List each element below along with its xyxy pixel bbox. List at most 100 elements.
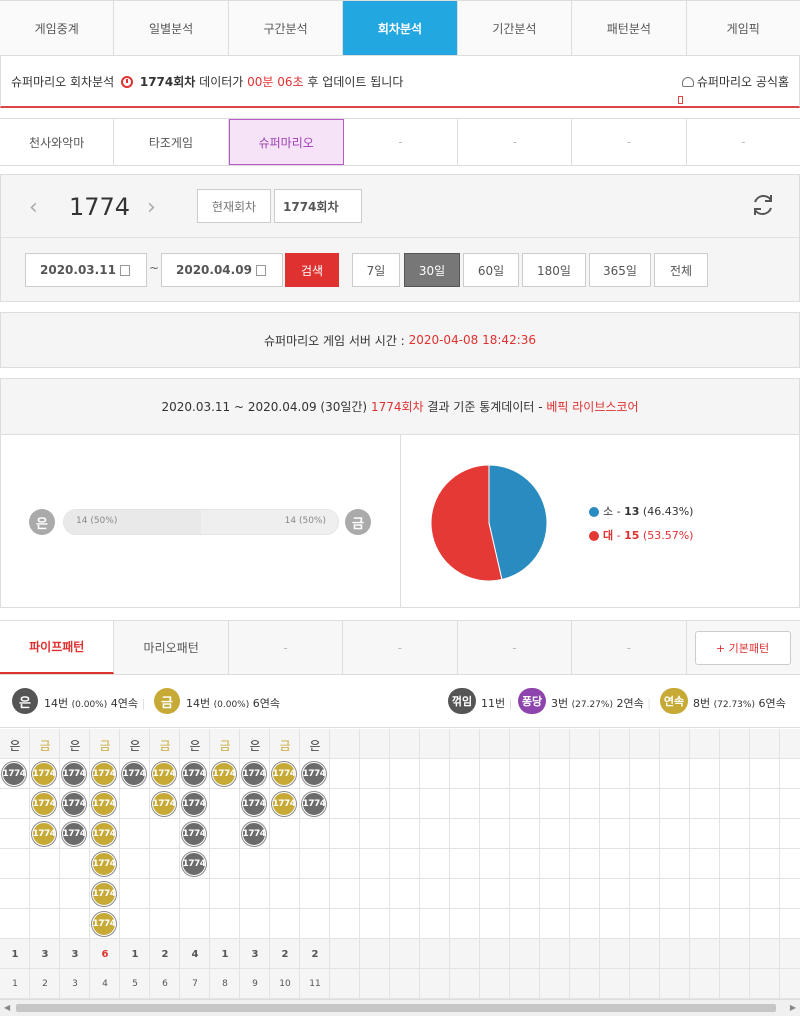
official-home-label: 슈퍼마리오 공식홈	[696, 75, 789, 89]
grid-cell	[420, 729, 450, 759]
tab-daily[interactable]: 일별분석	[114, 1, 229, 55]
round-input[interactable]: 1774회차	[274, 189, 362, 223]
column-header: 은	[9, 739, 21, 753]
grid-cell	[600, 939, 630, 969]
grid-cell	[360, 879, 390, 909]
column-header: 은	[309, 739, 321, 753]
calendar-icon[interactable]	[256, 265, 266, 276]
column-header: 금	[279, 739, 291, 753]
grid-cell	[390, 759, 420, 789]
pattern-tab-mario[interactable]: 마리오패턴	[114, 621, 229, 674]
pattern-tab-empty-2: -	[343, 621, 458, 674]
basic-pattern-button[interactable]: + 기본패턴	[694, 631, 791, 665]
grid-cell	[780, 849, 800, 879]
date-to-input[interactable]: 2020.04.09	[161, 253, 283, 287]
grid-cell	[660, 729, 690, 759]
pattern-tabs: 파이프패턴 마리오패턴 - - - - + 기본패턴	[0, 620, 800, 675]
pattern-ball: 1774	[152, 762, 176, 786]
update-bar: 슈퍼마리오 회차분석 1774회차 데이터가 00분 06초 후 업데이트 됩니…	[0, 56, 800, 108]
pattern-ball: 1774	[182, 762, 206, 786]
grid-cell	[750, 789, 780, 819]
prev-round-icon[interactable]: ‹	[29, 195, 38, 220]
grid-cell	[630, 789, 660, 819]
grid-cell	[510, 909, 540, 939]
tab-pick[interactable]: 게임픽	[686, 1, 800, 55]
grid-cell	[600, 759, 630, 789]
grid-cell	[780, 879, 800, 909]
grid-cell	[120, 789, 150, 819]
grid-cell	[420, 849, 450, 879]
grid-cell	[660, 939, 690, 969]
round-number: 1774	[69, 193, 131, 221]
column-count: 2	[161, 949, 169, 960]
tab-section[interactable]: 구간분석	[228, 1, 344, 55]
grid-cell	[570, 939, 600, 969]
game-tab-empty-3: -	[572, 119, 687, 165]
horizontal-scrollbar[interactable]: ◀ ▶	[0, 999, 800, 1016]
game-tab-empty-4: -	[686, 119, 800, 165]
period-180-button[interactable]: 180일	[522, 253, 586, 287]
game-tab-angel[interactable]: 천사와악마	[0, 119, 115, 165]
grid-cell	[360, 909, 390, 939]
game-tab-mario[interactable]: 슈퍼마리오	[228, 119, 344, 165]
period-30-button[interactable]: 30일	[404, 253, 460, 287]
grid-cell	[120, 909, 150, 939]
stats-header: 2020.03.11 ~ 2020.04.09 (30일간) 1774회차 결과…	[1, 379, 799, 435]
summary-gold-text: 14번 (0.00%) 6연속	[186, 695, 280, 711]
column-count: 2	[281, 949, 289, 960]
update-countdown: 00분 06초	[247, 75, 304, 89]
grid-cell	[210, 909, 240, 939]
date-tilde: ~	[149, 261, 160, 275]
date-from-input[interactable]: 2020.03.11	[25, 253, 147, 287]
summary-gold-count: 14번	[186, 697, 211, 710]
pattern-ball: 1774	[62, 792, 86, 816]
calendar-icon[interactable]	[120, 265, 130, 276]
gold-badge: 금	[345, 509, 371, 535]
tab-pattern[interactable]: 패턴분석	[572, 1, 687, 55]
grid-cell	[480, 909, 510, 939]
tab-round[interactable]: 회차분석	[343, 1, 458, 55]
scroll-right-icon[interactable]: ▶	[790, 1003, 796, 1012]
grid-cell	[210, 879, 240, 909]
grid-cell	[450, 969, 480, 999]
grid-cell	[720, 939, 750, 969]
tab-live[interactable]: 게임중계	[0, 1, 115, 55]
grid-cell	[390, 879, 420, 909]
grid-cell	[240, 849, 270, 879]
period-365-button[interactable]: 365일	[589, 253, 651, 287]
grid-cell	[720, 729, 750, 759]
game-tab-ostrich[interactable]: 타조게임	[114, 119, 229, 165]
grid-cell	[390, 729, 420, 759]
grid-cell	[750, 939, 780, 969]
pattern-ball: 1774	[242, 762, 266, 786]
grid-cell	[720, 909, 750, 939]
grid-cell	[630, 759, 660, 789]
grid-cell	[480, 759, 510, 789]
refresh-icon[interactable]	[749, 191, 777, 219]
grid-cell	[270, 879, 300, 909]
scroll-left-icon[interactable]: ◀	[4, 1003, 10, 1012]
pattern-tab-empty-4: -	[572, 621, 687, 674]
search-button[interactable]: 검색	[285, 253, 339, 287]
period-60-button[interactable]: 60일	[463, 253, 519, 287]
next-round-icon[interactable]: ›	[147, 195, 156, 220]
scroll-thumb[interactable]	[16, 1004, 776, 1012]
summary-streak-pct: (72.73%)	[713, 700, 755, 710]
column-count: 3	[71, 949, 79, 960]
round-panel: ‹ 1774 › 현재회차 1774회차 2020.03.11 ~ 2020.0…	[0, 174, 800, 302]
grid-cell	[480, 939, 510, 969]
grid-cell	[720, 879, 750, 909]
summary-bounce-text: 3번 (27.27%) 2연속 |	[551, 697, 651, 710]
tab-period[interactable]: 기간분석	[457, 1, 573, 55]
pattern-tab-pipe[interactable]: 파이프패턴	[0, 621, 115, 674]
period-all-button[interactable]: 전체	[654, 253, 708, 287]
grid-cell	[630, 729, 660, 759]
official-home-link[interactable]: 슈퍼마리오 공식홈	[681, 73, 789, 90]
grid-cell	[420, 879, 450, 909]
current-round-button[interactable]: 현재회차	[197, 189, 271, 223]
pie-chart	[430, 464, 548, 582]
column-count: 1	[131, 949, 139, 960]
grid-cell	[750, 879, 780, 909]
grid-cell	[630, 909, 660, 939]
period-7-button[interactable]: 7일	[352, 253, 400, 287]
